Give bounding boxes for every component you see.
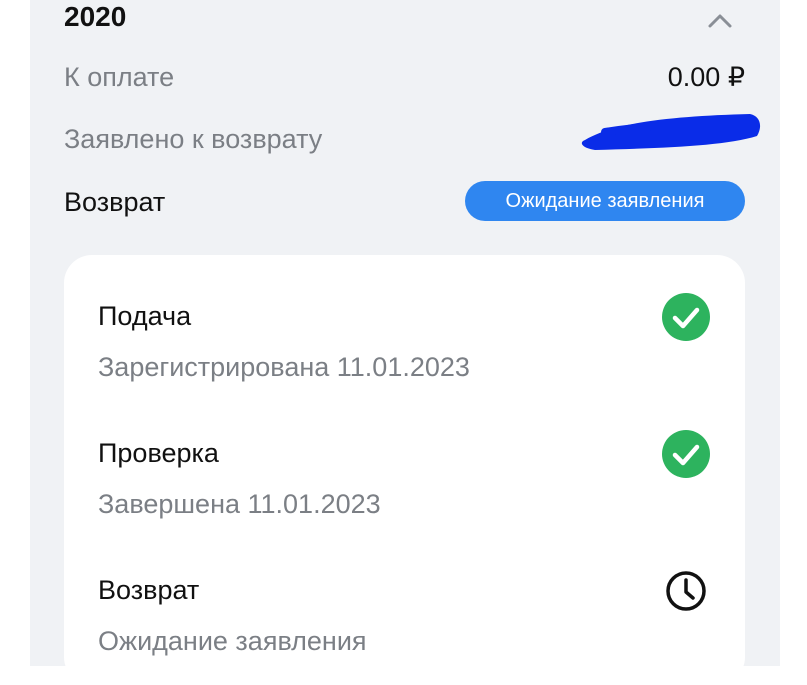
refund-status-badge: Ожидание заявления	[465, 181, 745, 221]
declared-refund-label: Заявлено к возврату	[64, 124, 323, 154]
to-pay-value: 0.00 ₽	[667, 62, 745, 92]
step-refund-title: Возврат	[98, 575, 200, 605]
check-circle-icon	[662, 293, 710, 341]
step-refund-subtitle: Ожидание заявления	[98, 626, 367, 656]
year-title: 2020	[64, 1, 127, 32]
chevron-up-icon[interactable]	[704, 8, 736, 32]
to-pay-label: К оплате	[64, 62, 175, 92]
step-check-subtitle: Завершена 11.01.2023	[98, 489, 381, 519]
step-submission-subtitle: Зарегистрирована 11.01.2023	[98, 352, 470, 382]
check-circle-icon	[662, 430, 710, 478]
refund-label: Возврат	[64, 187, 166, 217]
clock-icon	[666, 571, 706, 611]
step-submission-title: Подача	[98, 301, 192, 331]
redacted-value-scribble	[581, 114, 761, 150]
step-check-title: Проверка	[98, 438, 219, 468]
